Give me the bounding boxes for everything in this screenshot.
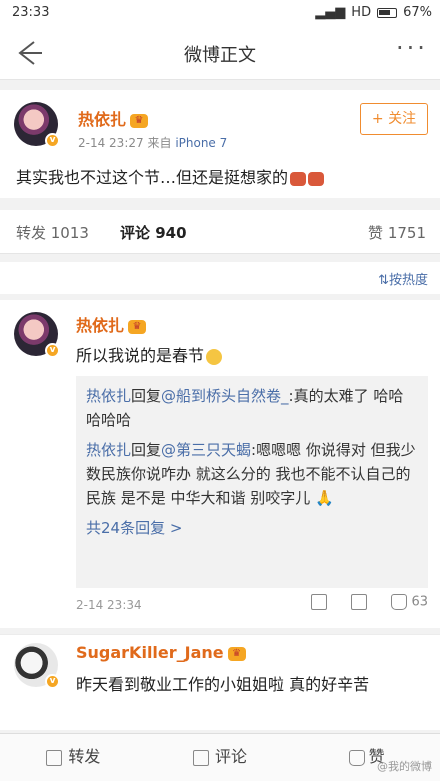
comment-label: 评论 xyxy=(215,747,248,766)
verified-icon: v xyxy=(45,133,60,148)
verified-icon: v xyxy=(45,674,60,689)
follow-button[interactable]: + 关注 xyxy=(360,103,428,135)
page-title: 微博正文 xyxy=(184,45,256,66)
reply-target[interactable]: @第三只天蝎 xyxy=(161,441,251,459)
battery-level: 67% xyxy=(403,5,432,20)
avatar[interactable]: v xyxy=(14,643,60,689)
status-time: 23:33 xyxy=(12,5,50,20)
comment-username[interactable]: 热依扎 xyxy=(76,316,124,335)
thumbs-up-icon xyxy=(391,594,408,610)
reply-author[interactable]: 热依扎 xyxy=(86,441,131,459)
thumbs-up-icon xyxy=(348,749,365,766)
smile-emoji-icon xyxy=(206,348,223,365)
reply-author[interactable]: 热依扎 xyxy=(86,387,131,405)
repost-icon xyxy=(46,749,63,766)
comment-actions: 63 xyxy=(311,594,428,610)
comment-icon xyxy=(193,749,209,766)
like-count: 63 xyxy=(411,594,428,610)
emoji-icon xyxy=(308,171,325,186)
comment-time: 2-14 23:34 xyxy=(76,598,142,612)
vip-crown-icon: ♛ xyxy=(227,646,246,661)
comment-text: 所以我说的是春节 xyxy=(76,342,223,366)
tab-comment[interactable]: 评论 940 xyxy=(120,222,187,243)
reply-action: 回复 xyxy=(131,387,162,405)
comment-item: v SugarKiller_Jane ♛ 昨天看到敬业工作的小姐姐啦 真的好辛苦 xyxy=(0,634,440,730)
post-text: 其实我也不过这个节…但还是挺想家的 xyxy=(16,168,289,187)
comment-text: 昨天看到敬业工作的小姐姐啦 真的好辛苦 xyxy=(76,675,370,694)
post-source[interactable]: iPhone 7 xyxy=(175,136,227,150)
sort-by-hot-button[interactable]: ⇅按热度 xyxy=(378,269,428,288)
comment-username-wrap: SugarKiller_Jane ♛ xyxy=(76,643,246,662)
status-right: ▂▄▆ HD 67% xyxy=(315,5,432,20)
post-username-wrap: 热依扎 ♛ xyxy=(78,106,149,130)
weibo-post: v 热依扎 ♛ 2-14 23:27 来自 iPhone 7 + 关注 其实我也不… xyxy=(0,90,440,198)
comment-username[interactable]: SugarKiller_Jane xyxy=(76,643,224,662)
avatar[interactable]: v xyxy=(14,102,60,148)
share-icon[interactable] xyxy=(311,594,328,610)
like-button[interactable]: 63 xyxy=(391,594,428,610)
reply-icon[interactable] xyxy=(351,594,368,610)
comment-item: v 热依扎 ♛ 所以我说的是春节 热依扎回复@船到桥头自然卷_:真的太难了 哈哈哈… xyxy=(0,300,440,628)
comment-button[interactable]: 评论 xyxy=(147,734,294,781)
post-meta: 2-14 23:27 来自 iPhone 7 xyxy=(78,134,227,151)
verified-icon: v xyxy=(45,343,60,358)
reply-target[interactable]: @船到桥头自然卷_ xyxy=(161,387,289,405)
bottom-action-bar: 转发 评论 赞 xyxy=(0,733,440,781)
emoji-icon xyxy=(290,171,307,186)
repost-button[interactable]: 转发 xyxy=(0,734,147,781)
more-icon[interactable]: ··· xyxy=(396,36,428,68)
reply-box[interactable]: 热依扎回复@船到桥头自然卷_:真的太难了 哈哈哈哈哈 热依扎回复@第三只天蝎:嗯… xyxy=(76,376,428,588)
network-type: HD xyxy=(351,5,372,20)
more-replies-link[interactable]: 共24条回复 > xyxy=(86,519,182,537)
vip-crown-icon: ♛ xyxy=(128,319,147,334)
post-tabs: 转发 1013 评论 940 赞 1751 xyxy=(0,210,440,254)
post-content: 其实我也不过这个节…但还是挺想家的 xyxy=(16,164,325,188)
watermark: @我的微博 xyxy=(377,760,432,773)
tab-like[interactable]: 赞 1751 xyxy=(368,222,426,243)
comment-text-body: 所以我说的是春节 xyxy=(76,346,205,365)
reply-action: 回复 xyxy=(131,441,162,459)
repost-label: 转发 xyxy=(68,747,101,766)
pray-emoji-icon: 🙏 xyxy=(310,489,334,507)
sort-bar: ⇅按热度 xyxy=(0,262,440,294)
reply-item[interactable]: 热依扎回复@第三只天蝎:嗯嗯嗯 你说得对 但我少数民族你说咋办 就这么分的 我也… xyxy=(86,438,418,510)
sort-label: 按热度 xyxy=(388,273,428,288)
vip-crown-icon: ♛ xyxy=(130,113,149,128)
status-bar: 23:33 ▂▄▆ HD 67% xyxy=(0,0,440,26)
post-source-prefix: 来自 xyxy=(147,136,172,150)
sort-icon: ⇅ xyxy=(378,273,389,288)
post-username[interactable]: 热依扎 xyxy=(78,110,126,129)
reply-item[interactable]: 热依扎回复@船到桥头自然卷_:真的太难了 哈哈哈哈哈 xyxy=(86,384,418,432)
signal-icon: ▂▄▆ xyxy=(315,5,346,20)
tab-repost[interactable]: 转发 1013 xyxy=(16,222,89,243)
battery-icon xyxy=(377,7,398,18)
comment-username-wrap: 热依扎 ♛ xyxy=(76,312,147,336)
post-time: 2-14 23:27 xyxy=(78,136,144,150)
top-nav: 微博正文 ··· xyxy=(0,26,440,80)
avatar[interactable]: v xyxy=(14,312,60,358)
